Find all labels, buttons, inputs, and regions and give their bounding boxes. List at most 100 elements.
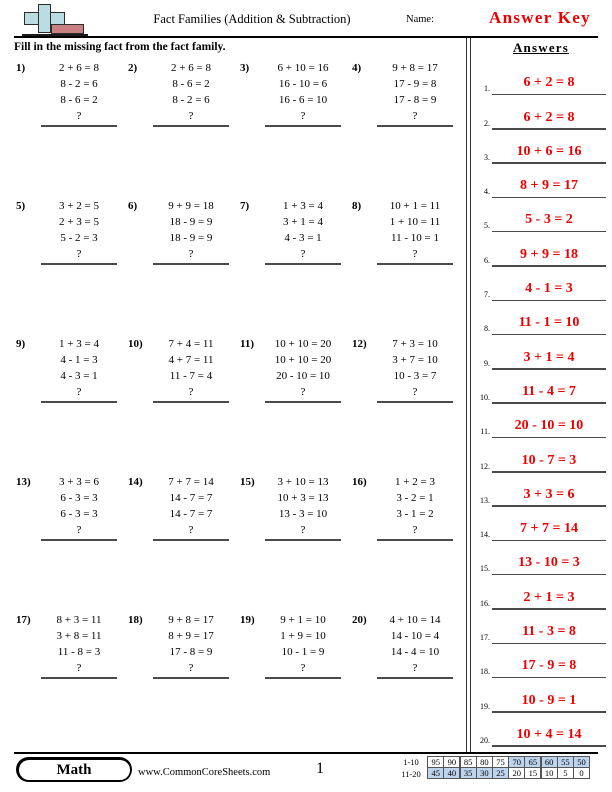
problem-number: 1): [16, 62, 26, 74]
problem-number: 17): [16, 614, 31, 626]
answer-row: 10. 11 - 4 = 7: [472, 370, 610, 404]
missing-fact-marker: ?: [300, 662, 306, 674]
fact-line: 6 - 3 = 3: [60, 508, 98, 520]
problem-item: 14) 7 + 7 = 14 14 - 7 = 7 14 - 7 = 7?: [126, 474, 238, 552]
fact-line: 1 + 2 = 3: [395, 476, 435, 488]
answer-row: 7. 4 - 1 = 3: [472, 267, 610, 302]
answer-row: 1. 6 + 2 = 8: [472, 61, 610, 96]
fact-family-lines: 3 + 2 = 5 2 + 3 = 5 5 - 2 = 3?: [36, 198, 122, 265]
answer-blank-line[interactable]: [41, 125, 117, 127]
score-cell: 50: [573, 756, 591, 768]
fact-line: 16 - 10 = 6: [278, 78, 328, 90]
fact-line: 3 + 3 = 6: [59, 476, 99, 488]
fact-line: 4 - 1 = 3: [60, 354, 98, 366]
fact-line: 2 + 6 = 8: [171, 62, 211, 74]
fact-line: 10 + 3 = 13: [277, 492, 329, 504]
fact-line: 1 + 10 = 11: [389, 216, 441, 228]
answer-row: 5. 5 - 3 = 2: [472, 198, 610, 233]
answer-blank-line[interactable]: [265, 539, 341, 541]
fact-line: 1 + 9 = 10: [280, 630, 326, 642]
missing-fact-marker: ?: [412, 662, 418, 674]
score-cell: 35: [459, 767, 477, 780]
problem-number: 14): [128, 476, 143, 488]
answer-blank-line[interactable]: [377, 401, 453, 403]
answer-key-badge: Answer Key: [489, 8, 591, 27]
answer-row: 4. 8 + 9 = 17: [472, 164, 610, 199]
fact-family-lines: 3 + 10 = 13 10 + 3 = 13 13 - 3 = 10?: [260, 474, 346, 541]
problem-item: 3) 6 + 10 = 16 16 - 10 = 6 16 - 6 = 10?: [238, 60, 350, 138]
fact-line: 5 - 2 = 3: [60, 232, 98, 244]
answer-blank-line[interactable]: [41, 539, 117, 541]
answer-number: 1.: [484, 84, 490, 94]
answer-blank-line[interactable]: [153, 677, 229, 679]
fact-line: 13 - 3 = 10: [278, 508, 328, 520]
fact-line: 17 - 8 = 9: [169, 646, 213, 658]
missing-fact-marker: ?: [412, 386, 418, 398]
fact-line: 18 - 9 = 9: [169, 216, 213, 228]
problem-item: 9) 1 + 3 = 4 4 - 1 = 3 4 - 3 = 1?: [14, 336, 126, 414]
answer-blank-line[interactable]: [377, 263, 453, 265]
fact-line: 8 - 6 = 2: [172, 78, 210, 90]
fact-line: 14 - 4 = 10: [390, 646, 440, 658]
answer-value: 2 + 1 = 3: [523, 589, 575, 605]
missing-fact-marker: ?: [300, 524, 306, 536]
answer-number: 19.: [480, 701, 490, 711]
fact-line: 3 + 7 = 10: [392, 354, 438, 366]
answer-number: 9.: [484, 358, 490, 368]
fact-line: 10 - 1 = 9: [281, 646, 325, 658]
missing-fact-marker: ?: [188, 386, 194, 398]
answer-value: 4 - 1 = 3: [525, 281, 573, 297]
fact-line: 11 - 10 = 1: [391, 232, 439, 244]
missing-fact-marker: ?: [300, 248, 306, 260]
answer-blank-line[interactable]: [265, 125, 341, 127]
divider-line-right: [469, 38, 471, 754]
score-row-label: 1-10: [403, 757, 419, 767]
answer-blank-line[interactable]: [153, 125, 229, 127]
fact-line: 17 - 8 = 9: [393, 94, 437, 106]
fact-family-lines: 9 + 8 = 17 17 - 9 = 8 17 - 8 = 9?: [372, 60, 458, 127]
fact-line: 10 + 10 = 20: [274, 338, 332, 350]
footer-divider: [14, 752, 598, 754]
problem-row: 13) 3 + 3 = 6 6 - 3 = 3 6 - 3 = 3? 14) 7 + 7 …: [14, 474, 462, 612]
score-cell: 30: [475, 767, 493, 780]
answer-row: 9. 3 + 1 = 4: [472, 335, 610, 370]
answer-value: 11 - 1 = 10: [518, 315, 580, 331]
answer-blank-line[interactable]: [41, 401, 117, 403]
missing-fact-marker: ?: [300, 110, 306, 122]
answer-row: 12. 10 - 7 = 3: [472, 438, 610, 473]
answer-blank-line[interactable]: [377, 677, 453, 679]
answer-value: 10 + 4 = 14: [516, 726, 582, 742]
fact-line: 9 + 1 = 10: [280, 614, 326, 626]
page-number: 1: [316, 760, 324, 777]
answer-blank-line[interactable]: [377, 125, 453, 127]
answer-blank-line[interactable]: [41, 677, 117, 679]
fact-line: 3 + 1 = 4: [283, 216, 323, 228]
fact-family-lines: 7 + 3 = 10 3 + 7 = 10 10 - 3 = 7?: [372, 336, 458, 403]
plus-minus-icon: [16, 3, 88, 36]
answer-blank-line[interactable]: [265, 401, 341, 403]
answer-blank-line[interactable]: [377, 539, 453, 541]
fact-family-lines: 6 + 10 = 16 16 - 10 = 6 16 - 6 = 10?: [260, 60, 346, 127]
answer-blank-line[interactable]: [153, 401, 229, 403]
page-title: Fact Families (Addition & Subtraction): [153, 12, 351, 26]
fact-line: 6 - 3 = 3: [60, 492, 98, 504]
score-cell: 20: [508, 767, 526, 780]
answer-blank-line[interactable]: [265, 263, 341, 265]
vertical-divider: [466, 38, 471, 754]
answer-blank-line[interactable]: [153, 539, 229, 541]
answer-blank-line[interactable]: [265, 677, 341, 679]
problem-number: 15): [240, 476, 255, 488]
answer-value: 20 - 10 = 10: [514, 418, 584, 434]
answer-number: 7.: [484, 290, 490, 300]
fact-line: 20 - 10 = 10: [276, 370, 330, 382]
answer-blank-line[interactable]: [153, 263, 229, 265]
answer-blank-line[interactable]: [41, 263, 117, 265]
fact-line: 14 - 10 = 4: [390, 630, 440, 642]
score-cell: 55: [556, 756, 574, 768]
problem-item: 5) 3 + 2 = 5 2 + 3 = 5 5 - 2 = 3?: [14, 198, 126, 276]
fact-line: 4 - 3 = 1: [60, 370, 98, 382]
fact-family-lines: 3 + 3 = 6 6 - 3 = 3 6 - 3 = 3?: [36, 474, 122, 541]
fact-line: 9 + 9 = 18: [168, 200, 214, 212]
answer-row: 3. 10 + 6 = 16: [472, 130, 610, 164]
subject-label: Math: [18, 759, 130, 780]
